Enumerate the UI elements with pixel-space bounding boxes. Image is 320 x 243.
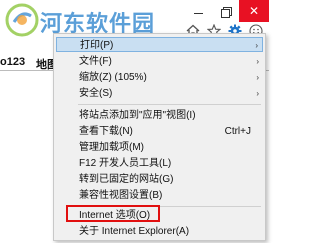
menu-item-shortcut: Ctrl+J: [224, 126, 251, 137]
menu-item-view-downloads[interactable]: 查看下载(N) Ctrl+J: [56, 124, 263, 139]
menu-item-label: 缩放(Z) (105%): [79, 72, 147, 83]
menu-item-label: 将站点添加到"应用"视图(I): [79, 110, 196, 121]
menu-separator: [78, 104, 261, 105]
minimize-icon: [194, 12, 203, 14]
menu-item-label: F12 开发人员工具(L): [79, 158, 172, 169]
menu-item-pinned-sites[interactable]: 转到已固定的网站(G): [56, 172, 263, 187]
page-link-text[interactable]: o123: [0, 56, 25, 68]
menu-item-label: 关于 Internet Explorer(A): [79, 226, 190, 237]
submenu-arrow-icon: ›: [256, 89, 259, 98]
menu-item-file[interactable]: 文件(F) ›: [56, 54, 263, 69]
menu-item-safety[interactable]: 安全(S) ›: [56, 86, 263, 101]
menu-item-dev-tools[interactable]: F12 开发人员工具(L): [56, 156, 263, 171]
menu-item-label: 打印(P): [80, 40, 114, 51]
menu-item-compat-view[interactable]: 兼容性视图设置(B): [56, 188, 263, 203]
menu-item-label: 查看下载(N): [79, 126, 133, 137]
submenu-arrow-icon: ›: [255, 41, 258, 50]
close-icon: ✕: [248, 4, 260, 18]
menu-item-add-site-to-apps[interactable]: 将站点添加到"应用"视图(I): [56, 108, 263, 123]
menu-item-about-ie[interactable]: 关于 Internet Explorer(A): [56, 224, 263, 239]
menu-item-label: 兼容性视图设置(B): [79, 190, 163, 201]
submenu-arrow-icon: ›: [256, 57, 259, 66]
menu-item-label: 管理加载项(M): [79, 142, 144, 153]
restore-icon: [221, 6, 232, 18]
minimize-button[interactable]: [185, 0, 212, 22]
menu-item-label: 文件(F): [79, 56, 112, 67]
restore-button[interactable]: [212, 0, 239, 22]
tools-menu: 打印(P) › 文件(F) › 缩放(Z) (105%) › 安全(S) › 将…: [53, 33, 266, 241]
close-button[interactable]: ✕: [239, 0, 269, 22]
menu-item-print[interactable]: 打印(P) ›: [56, 37, 263, 52]
submenu-arrow-icon: ›: [256, 73, 259, 82]
menu-item-manage-addons[interactable]: 管理加载项(M): [56, 140, 263, 155]
window-controls: ✕: [185, 0, 269, 22]
menu-item-label: 转到已固定的网站(G): [79, 174, 174, 185]
menu-item-zoom[interactable]: 缩放(Z) (105%) ›: [56, 70, 263, 85]
menu-item-label: 安全(S): [79, 88, 113, 99]
highlight-box: [66, 205, 160, 222]
